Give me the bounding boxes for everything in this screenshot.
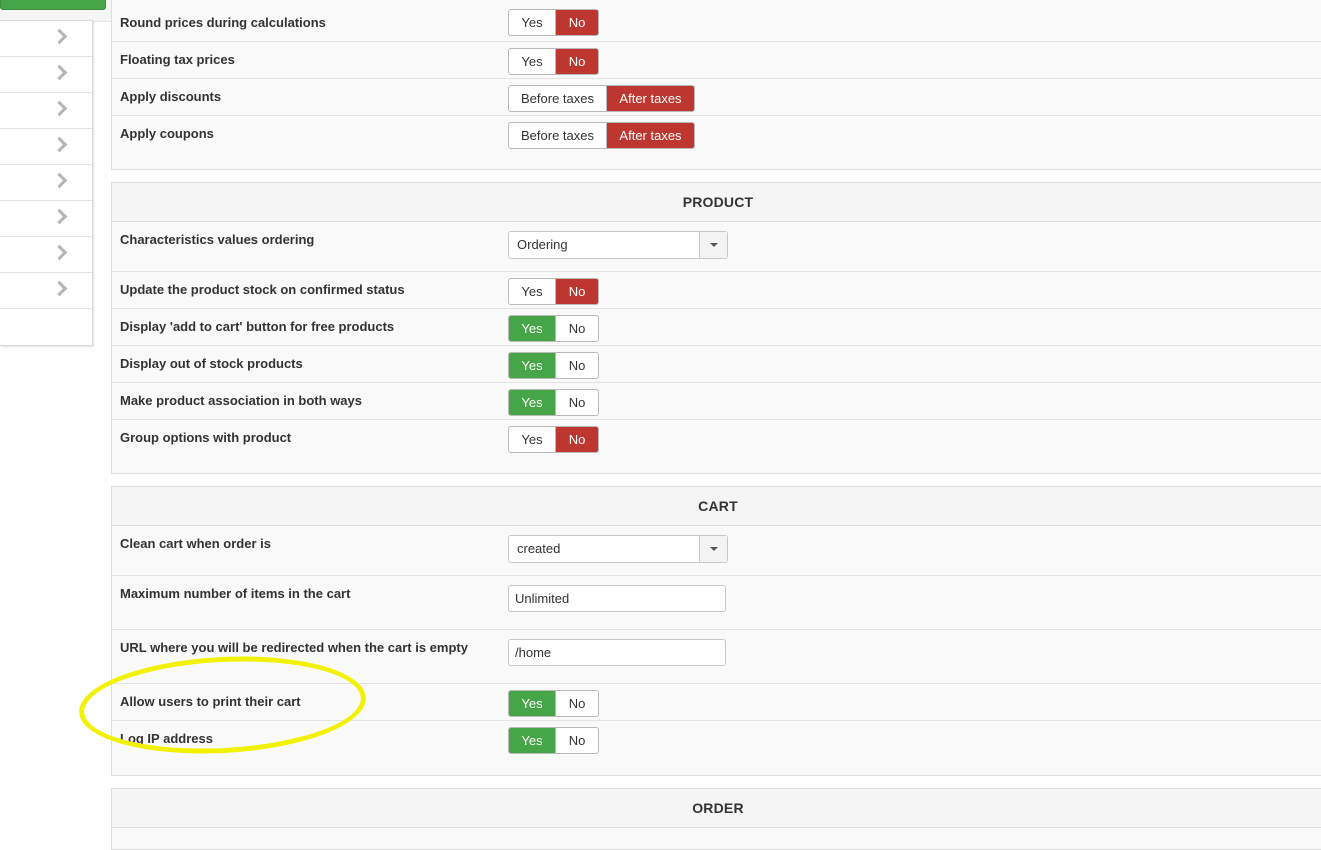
settings-row: Apply coupons Before taxes After taxes bbox=[112, 116, 1321, 170]
toggle-after-taxes-option[interactable]: After taxes bbox=[607, 86, 694, 111]
setting-label: Display out of stock products bbox=[120, 356, 303, 371]
settings-row: Group options with product Yes No bbox=[112, 420, 1321, 474]
settings-row: Clean cart when order is created bbox=[112, 526, 1321, 576]
max-items-input[interactable] bbox=[508, 585, 726, 612]
chevron-right-icon bbox=[51, 100, 68, 117]
settings-row: Apply discounts Before taxes After taxes bbox=[112, 79, 1321, 116]
settings-row: Display 'add to cart' button for free pr… bbox=[112, 309, 1321, 346]
chevron-right-icon bbox=[51, 64, 68, 81]
setting-label: Group options with product bbox=[120, 430, 292, 445]
setting-label: Update the product stock on confirmed st… bbox=[120, 282, 405, 297]
yes-no-toggle: Yes No bbox=[508, 389, 599, 416]
settings-row: Update the product stock on confirmed st… bbox=[112, 272, 1321, 309]
chevron-right-icon bbox=[51, 28, 68, 45]
yes-no-toggle: Yes No bbox=[508, 690, 599, 717]
sidebar bbox=[0, 20, 93, 346]
yes-no-toggle: Yes No bbox=[508, 426, 599, 453]
toggle-yes-option[interactable]: Yes bbox=[509, 279, 556, 304]
product-settings-panel: PRODUCT Characteristics values ordering … bbox=[111, 182, 1321, 474]
setting-label: Round prices during calculations bbox=[120, 15, 326, 30]
sidebar-item[interactable] bbox=[0, 93, 92, 129]
toggle-no-option[interactable]: No bbox=[556, 279, 598, 304]
setting-label: Log IP address bbox=[120, 731, 213, 746]
setting-label: Characteristics values ordering bbox=[120, 232, 315, 247]
toggle-yes-option[interactable]: Yes bbox=[509, 691, 556, 716]
settings-row: Characteristics values ordering Ordering bbox=[112, 222, 1321, 272]
toggle-yes-option[interactable]: Yes bbox=[509, 728, 556, 753]
setting-label: Apply discounts bbox=[120, 89, 222, 104]
toggle-no-option[interactable]: No bbox=[556, 49, 598, 74]
dropdown-arrow-icon[interactable] bbox=[699, 232, 727, 258]
settings-row: Log IP address Yes No bbox=[112, 721, 1321, 775]
yes-no-toggle: Yes No bbox=[508, 352, 599, 379]
select-value: Ordering bbox=[517, 237, 568, 252]
yes-no-toggle: Yes No bbox=[508, 48, 599, 75]
chevron-right-icon bbox=[51, 136, 68, 153]
chevron-right-icon bbox=[51, 244, 68, 261]
setting-label: Clean cart when order is bbox=[120, 536, 271, 551]
toggle-yes-option[interactable]: Yes bbox=[509, 353, 556, 378]
toggle-yes-option[interactable]: Yes bbox=[509, 316, 556, 341]
settings-row: Round prices during calculations Yes No bbox=[112, 0, 1321, 42]
yes-no-toggle: Yes No bbox=[508, 315, 599, 342]
settings-row: Display out of stock products Yes No bbox=[112, 346, 1321, 383]
toggle-no-option[interactable]: No bbox=[556, 728, 598, 753]
section-title: PRODUCT bbox=[112, 183, 1321, 222]
before-after-toggle: Before taxes After taxes bbox=[508, 85, 695, 112]
toggle-yes-option[interactable]: Yes bbox=[509, 10, 556, 35]
settings-row: Allow users to print their cart Yes No bbox=[112, 684, 1321, 721]
setting-label: Display 'add to cart' button for free pr… bbox=[120, 319, 395, 334]
chevron-right-icon bbox=[51, 208, 68, 225]
chevron-right-icon bbox=[51, 280, 68, 297]
cart-settings-panel: CART Clean cart when order is created Ma… bbox=[111, 486, 1321, 776]
setting-label: Allow users to print their cart bbox=[120, 694, 301, 709]
settings-row: Floating tax prices Yes No bbox=[112, 42, 1321, 79]
settings-row: URL where you will be redirected when th… bbox=[112, 630, 1321, 684]
settings-row: Maximum number of items in the cart bbox=[112, 576, 1321, 630]
chevron-right-icon bbox=[51, 172, 68, 189]
clean-cart-select[interactable]: created bbox=[508, 535, 728, 563]
toggle-yes-option[interactable]: Yes bbox=[509, 427, 556, 452]
yes-no-toggle: Yes No bbox=[508, 9, 599, 36]
section-title: ORDER bbox=[112, 789, 1321, 828]
toggle-no-option[interactable]: No bbox=[556, 353, 598, 378]
empty-cart-redirect-url-input[interactable] bbox=[508, 639, 726, 666]
before-after-toggle: Before taxes After taxes bbox=[508, 122, 695, 149]
sidebar-item[interactable] bbox=[0, 165, 92, 201]
toggle-before-taxes-option[interactable]: Before taxes bbox=[509, 123, 607, 148]
setting-label: Make product association in both ways bbox=[120, 393, 362, 408]
sidebar-item[interactable] bbox=[0, 21, 92, 57]
toggle-after-taxes-option[interactable]: After taxes bbox=[607, 123, 694, 148]
setting-label: URL where you will be redirected when th… bbox=[120, 640, 468, 655]
settings-row: Make product association in both ways Ye… bbox=[112, 383, 1321, 420]
order-settings-panel: ORDER bbox=[111, 788, 1321, 850]
toggle-yes-option[interactable]: Yes bbox=[509, 49, 556, 74]
section-title: CART bbox=[112, 487, 1321, 526]
sidebar-item[interactable] bbox=[0, 129, 92, 165]
toggle-no-option[interactable]: No bbox=[556, 390, 598, 415]
yes-no-toggle: Yes No bbox=[508, 727, 599, 754]
select-value: created bbox=[517, 541, 561, 556]
sidebar-item[interactable] bbox=[0, 237, 92, 273]
sidebar-item[interactable] bbox=[0, 57, 92, 93]
dropdown-arrow-icon[interactable] bbox=[699, 536, 727, 562]
toggle-no-option[interactable]: No bbox=[556, 316, 598, 341]
toggle-yes-option[interactable]: Yes bbox=[509, 390, 556, 415]
setting-label: Maximum number of items in the cart bbox=[120, 586, 351, 601]
sidebar-item[interactable] bbox=[0, 201, 92, 237]
toggle-no-option[interactable]: No bbox=[556, 691, 598, 716]
toggle-no-option[interactable]: No bbox=[556, 10, 598, 35]
yes-no-toggle: Yes No bbox=[508, 278, 599, 305]
setting-label: Apply coupons bbox=[120, 126, 214, 141]
sidebar-item[interactable] bbox=[0, 273, 92, 309]
setting-label: Floating tax prices bbox=[120, 52, 235, 67]
save-button[interactable] bbox=[0, 0, 106, 10]
toggle-no-option[interactable]: No bbox=[556, 427, 598, 452]
characteristics-ordering-select[interactable]: Ordering bbox=[508, 231, 728, 259]
tax-settings-panel: Round prices during calculations Yes No … bbox=[111, 0, 1321, 170]
toggle-before-taxes-option[interactable]: Before taxes bbox=[509, 86, 607, 111]
